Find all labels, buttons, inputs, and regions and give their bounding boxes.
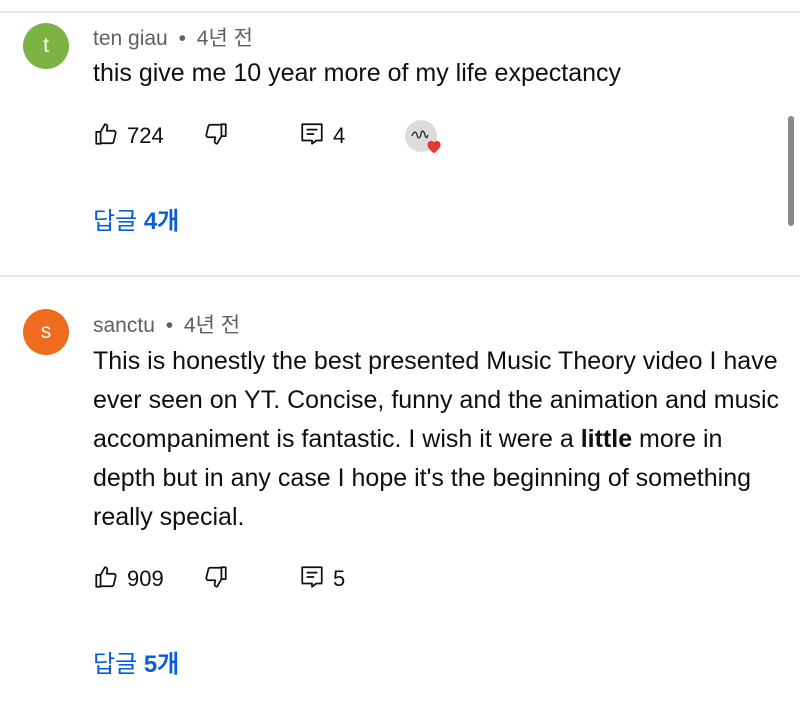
creator-heart-badge-icon: [405, 120, 441, 154]
dislike-button[interactable]: [203, 559, 229, 599]
comment-actions: 909 5: [93, 559, 493, 599]
comment-text: This is honestly the best presented Musi…: [93, 342, 783, 537]
like-button[interactable]: 724: [93, 116, 164, 156]
view-replies-label: 답글: [93, 208, 144, 235]
comment-reply-icon: [299, 564, 325, 595]
meta-separator: •: [165, 314, 174, 337]
reply-button[interactable]: 5: [299, 559, 345, 599]
author-name[interactable]: sanctu: [93, 314, 155, 337]
thumbs-down-icon: [203, 121, 229, 152]
avatar[interactable]: s: [23, 309, 69, 355]
like-button[interactable]: 909: [93, 559, 164, 599]
view-replies-button[interactable]: 답글 5개: [93, 644, 179, 679]
scrollbar-thumb[interactable]: [788, 116, 794, 226]
top-divider: [0, 11, 800, 13]
reply-button[interactable]: 4: [299, 116, 345, 156]
dislike-button[interactable]: [203, 116, 229, 156]
view-replies-label: 답글: [93, 651, 144, 678]
avatar[interactable]: t: [23, 23, 69, 69]
comment-divider: [0, 275, 800, 277]
comment-reply-icon: [299, 121, 325, 152]
comment-header: sanctu • 4년 전: [93, 309, 240, 339]
thumbs-up-icon: [93, 564, 119, 595]
meta-separator: •: [178, 27, 186, 50]
creator-heart-badge: [405, 116, 441, 156]
comment-text: this give me 10 year more of my life exp…: [93, 59, 622, 87]
thumbs-up-icon: [93, 121, 119, 152]
comment-timestamp[interactable]: 4년 전: [197, 27, 253, 50]
comment-header: ten giau • 4년 전: [93, 22, 253, 52]
reply-count: 5: [333, 566, 346, 591]
view-replies-count: 4개: [143, 208, 180, 235]
thumbs-down-icon: [203, 564, 229, 595]
comment-actions: 724 4: [93, 116, 493, 156]
comment-timestamp[interactable]: 4년 전: [184, 314, 240, 337]
view-replies-button[interactable]: 답글 4개: [93, 201, 179, 236]
author-name[interactable]: ten giau: [93, 27, 168, 50]
like-count: 909: [127, 566, 164, 591]
comment-text-bold: little: [580, 425, 633, 453]
view-replies-count: 5개: [143, 651, 180, 678]
reply-count: 4: [333, 123, 346, 148]
like-count: 724: [127, 123, 164, 148]
